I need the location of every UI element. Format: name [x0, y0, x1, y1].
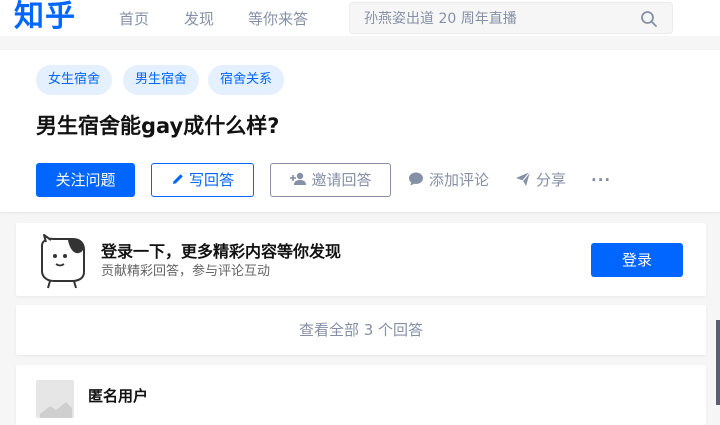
follow-question-button[interactable]: 关注问题 — [36, 163, 135, 197]
zhihu-logo[interactable]: 知乎 — [14, 0, 76, 37]
mascot-icon — [41, 234, 85, 289]
share-button[interactable]: 分享 — [515, 163, 566, 197]
view-all-answers-button[interactable]: 查看全部 3 个回答 — [16, 305, 706, 355]
avatar[interactable] — [36, 380, 74, 418]
search-icon[interactable] — [640, 10, 658, 28]
nav-home[interactable]: 首页 — [119, 9, 149, 29]
comment-label: 添加评论 — [429, 171, 490, 189]
tag-girls-dorm[interactable]: 女生宿舍 — [36, 65, 113, 95]
top-nav: 知乎 首页 发现 等你来答 孙燕姿出道 20 周年直播 — [0, 0, 720, 36]
login-button[interactable]: 登录 — [591, 243, 683, 277]
write-answer-button[interactable]: 写回答 — [151, 163, 254, 197]
login-subtitle: 贡献精彩回答，参与评论互动 — [101, 264, 271, 279]
search-placeholder: 孙燕姿出道 20 周年直播 — [364, 11, 517, 27]
answer-author[interactable]: 匿名用户 — [88, 385, 148, 407]
nav-discover[interactable]: 发现 — [184, 9, 214, 29]
scrollbar[interactable] — [716, 320, 720, 405]
add-user-icon — [290, 172, 307, 185]
write-label: 写回答 — [188, 171, 234, 189]
invite-answer-button[interactable]: 邀请回答 — [270, 163, 391, 197]
more-icon[interactable]: ··· — [591, 163, 611, 197]
tag-boys-dorm[interactable]: 男生宿舍 — [123, 65, 200, 95]
pencil-icon — [172, 174, 183, 184]
paper-plane-icon — [516, 171, 531, 186]
question-header: 女生宿舍 男生宿舍 宿舍关系 男生宿舍能gay成什么样? 关注问题 写回答 邀请… — [0, 50, 720, 212]
add-comment-button[interactable]: 添加评论 — [408, 163, 489, 197]
answer-card: 匿名用户 — [16, 365, 706, 425]
follow-label: 关注问题 — [55, 171, 116, 189]
share-label: 分享 — [536, 171, 567, 189]
tag-dorm-relations[interactable]: 宿舍关系 — [208, 65, 285, 95]
view-all-answers-card: 查看全部 3 个回答 — [16, 305, 706, 355]
nav-waiting[interactable]: 等你来答 — [248, 9, 308, 29]
search-input[interactable]: 孙燕姿出道 20 周年直播 — [349, 2, 673, 34]
question-title: 男生宿舍能gay成什么样? — [36, 114, 280, 138]
login-title: 登录一下，更多精彩内容等你发现 — [101, 242, 342, 261]
invite-label: 邀请回答 — [311, 171, 372, 189]
login-prompt-card: 登录一下，更多精彩内容等你发现 贡献精彩回答，参与评论互动 登录 — [16, 223, 706, 296]
comment-icon — [409, 172, 423, 186]
anonymous-avatar-icon — [36, 380, 74, 418]
